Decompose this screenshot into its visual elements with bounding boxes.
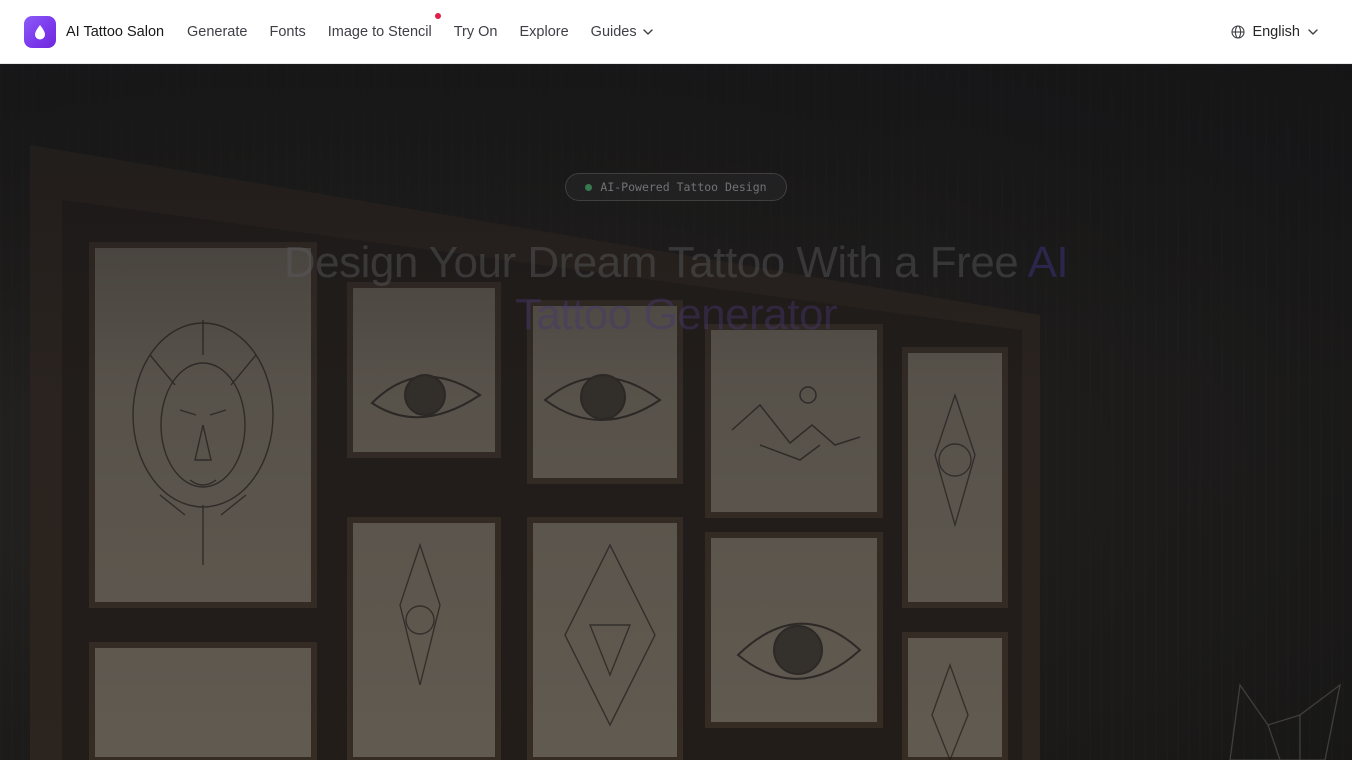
nav-label: Fonts: [269, 24, 306, 40]
nav-explore[interactable]: Explore: [520, 24, 569, 40]
language-label: English: [1252, 24, 1300, 40]
ai-powered-badge: AI-Powered Tattoo Design: [565, 173, 787, 201]
nav-try-on[interactable]: Try On: [454, 24, 498, 40]
headline-accent: AI: [1027, 238, 1069, 287]
chevron-down-icon: [642, 29, 653, 35]
logo[interactable]: [24, 16, 56, 48]
nav-label: Try On: [453, 24, 498, 40]
headline-line2: Tattoo Generator: [514, 290, 838, 339]
nav-label: Image to Stencil: [327, 24, 432, 40]
hero-section: AI-Powered Tattoo Design Design Your Dre…: [0, 65, 1352, 760]
language-selector[interactable]: English: [1231, 0, 1318, 64]
headline-main: Design Your Dream Tattoo With a Free: [283, 238, 1019, 287]
nav-generate[interactable]: Generate: [187, 24, 247, 40]
nav-image-to-stencil[interactable]: Image to Stencil: [327, 13, 441, 40]
main-nav: Generate Fonts Image to Stencil Try On E…: [187, 0, 675, 64]
nav-label: Explore: [519, 24, 569, 40]
nav-label: Guides: [590, 24, 637, 40]
badge-label: AI-Powered Tattoo Design: [600, 180, 767, 194]
hero-headline: Design Your Dream Tattoo With a Free AI …: [0, 237, 1352, 341]
nav-guides-dropdown[interactable]: Guides: [591, 24, 653, 40]
nav-fonts[interactable]: Fonts: [269, 24, 305, 40]
globe-icon: [1231, 25, 1245, 39]
brand-name[interactable]: AI Tattoo Salon: [66, 0, 164, 64]
top-navigation-bar: AI Tattoo Salon Generate Fonts Image to …: [0, 0, 1352, 64]
new-indicator-dot: [434, 13, 441, 19]
status-dot: [585, 183, 593, 191]
droplet-icon: [35, 25, 45, 40]
chevron-down-icon: [1308, 29, 1318, 35]
nav-label: Generate: [187, 24, 248, 40]
